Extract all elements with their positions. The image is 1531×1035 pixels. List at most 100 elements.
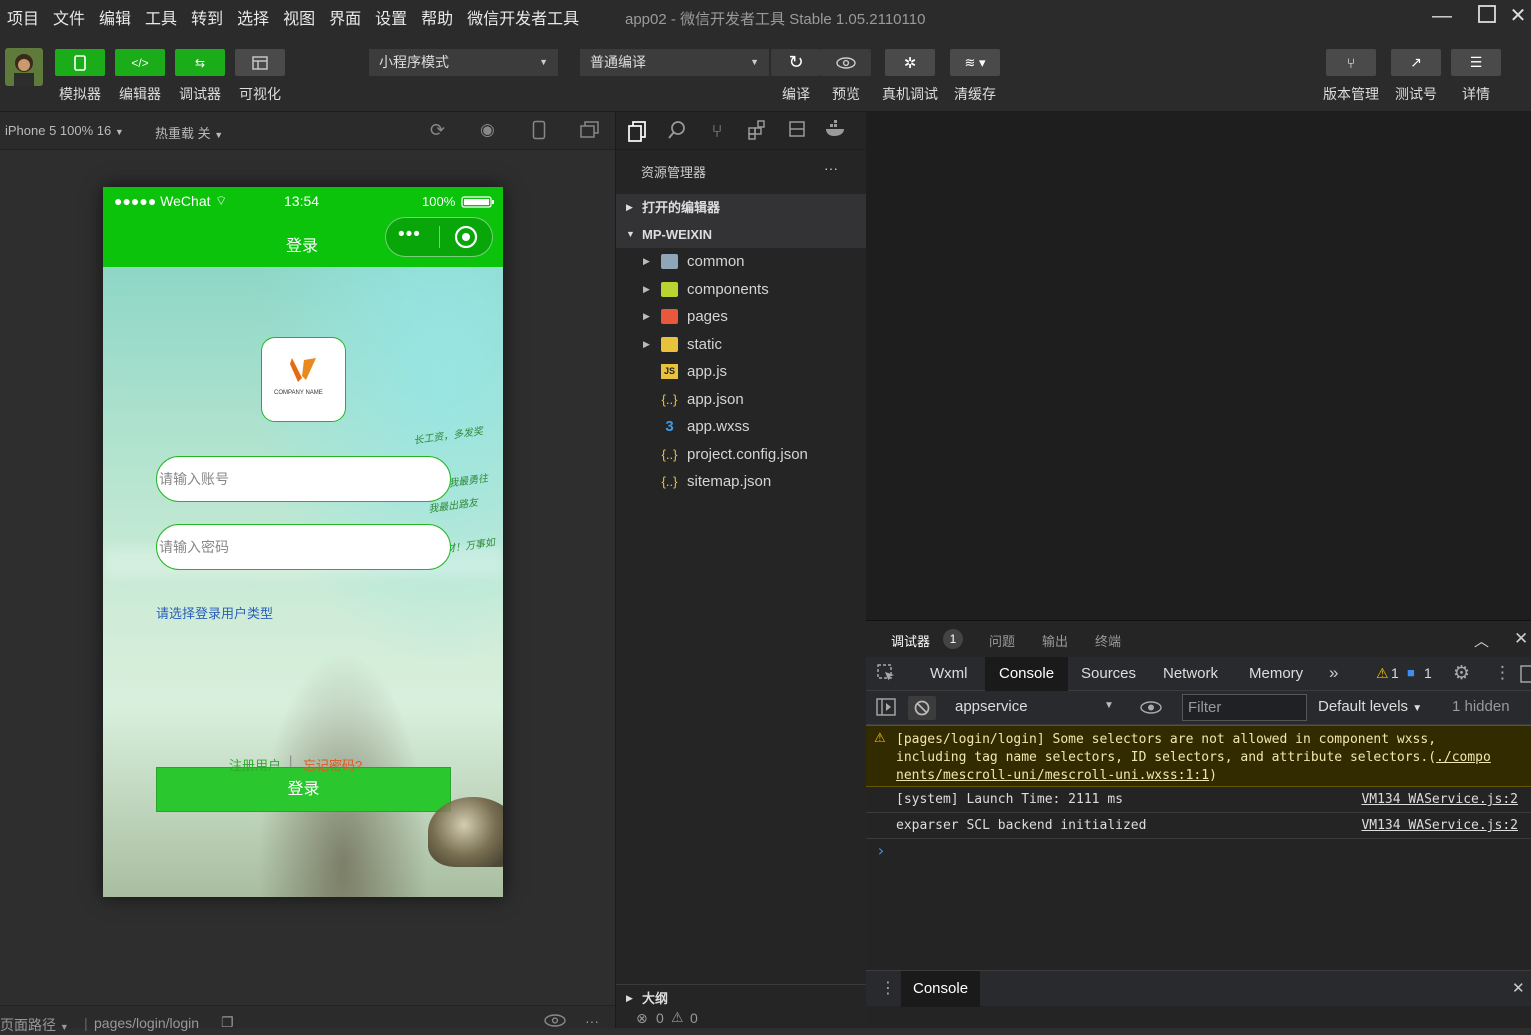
dock-side-icon[interactable]	[1520, 665, 1531, 686]
device-select[interactable]: iPhone 5 100% 16 ▼	[5, 123, 124, 138]
account-input[interactable]: 请输入账号	[156, 456, 451, 502]
compile-button[interactable]: ↻	[771, 49, 821, 76]
source-control-icon[interactable]: ⑂	[706, 120, 728, 142]
tab-sources[interactable]: Sources	[1067, 657, 1150, 691]
tree-item-pages[interactable]: ▶ pages	[616, 303, 867, 330]
outline-section[interactable]: ▶ 大纲	[616, 984, 867, 1011]
maximize-icon[interactable]	[1474, 4, 1500, 30]
tree-item-sitemap-json[interactable]: {..} sitemap.json	[616, 468, 867, 495]
debugger-button[interactable]: ⇆	[175, 49, 225, 76]
menu-tools[interactable]: 工具	[138, 5, 184, 29]
chevron-up-icon[interactable]: ︿	[1474, 630, 1489, 651]
docker-icon[interactable]	[824, 120, 846, 142]
page-path-label[interactable]: 页面路径 ▼	[0, 1015, 69, 1035]
tree-item-app-js[interactable]: JS app.js	[616, 358, 867, 385]
files-icon[interactable]	[626, 120, 648, 142]
menu-interface[interactable]: 界面	[322, 5, 368, 29]
copy-icon[interactable]: ❐	[221, 1014, 234, 1031]
tab-debugger[interactable]: 调试器	[891, 631, 930, 650]
rotate-icon[interactable]: ⟳	[430, 120, 445, 141]
context-select[interactable]: appservice	[955, 698, 1028, 715]
tab-output[interactable]: 输出	[1042, 631, 1068, 650]
menu-settings[interactable]: 设置	[368, 5, 414, 29]
visual-button[interactable]	[235, 49, 285, 76]
extensions-icon[interactable]	[746, 120, 768, 142]
register-link[interactable]: 注册用户	[229, 755, 281, 774]
menu-project[interactable]: 项目	[0, 5, 46, 29]
menu-help[interactable]: 帮助	[414, 5, 460, 29]
menu-goto[interactable]: 转到	[184, 5, 230, 29]
problems-summary[interactable]: ⊗ 0 ⚠ 0	[616, 1008, 867, 1028]
forgot-password-link[interactable]: 忘记密码?	[303, 755, 362, 774]
menu-wechat-devtools[interactable]: 微信开发者工具	[460, 5, 586, 29]
menu-file[interactable]: 文件	[46, 5, 92, 29]
simulator-button[interactable]	[55, 49, 105, 76]
password-input[interactable]: 请输入密码	[156, 524, 451, 570]
console-prompt[interactable]: ›	[876, 841, 886, 860]
close-drawer-icon[interactable]: ✕	[1512, 979, 1525, 997]
tab-terminal[interactable]: 终端	[1095, 631, 1121, 650]
gear-icon[interactable]: ⚙	[1453, 662, 1470, 685]
mode-select[interactable]: 小程序模式 ▼	[369, 49, 558, 76]
tab-network[interactable]: Network	[1149, 657, 1232, 691]
log-source-link[interactable]: VM134 WAService.js:2	[1361, 813, 1518, 839]
storage-icon[interactable]	[786, 120, 808, 142]
explorer-more-icon[interactable]: ···	[824, 160, 838, 176]
detach-window-icon[interactable]	[580, 121, 600, 142]
user-type-select[interactable]: 请选择登录用户类型	[156, 603, 273, 622]
phone-frame-icon[interactable]	[532, 120, 546, 143]
menu-edit[interactable]: 编辑	[92, 5, 138, 29]
compile-select[interactable]: 普通编译 ▼	[580, 49, 769, 76]
tree-item-common[interactable]: ▶ common	[616, 248, 867, 275]
avatar[interactable]	[5, 48, 43, 86]
tree-item-app-json[interactable]: {..} app.json	[616, 386, 867, 413]
device-debug-button[interactable]: ✲	[885, 49, 935, 76]
menu-view[interactable]: 视图	[276, 5, 322, 29]
drawer-menu-icon[interactable]: ⋮	[880, 978, 896, 998]
filter-input[interactable]: Filter	[1182, 694, 1307, 721]
levels-select[interactable]: Default levels ▼	[1318, 698, 1422, 715]
minimize-icon[interactable]: —	[1429, 4, 1455, 30]
devtools-tabs: Wxml Console Sources Network Memory » ⚠ …	[866, 657, 1531, 691]
clear-console-button[interactable]	[908, 696, 936, 720]
more-icon[interactable]: ···	[585, 1013, 599, 1029]
menu-select[interactable]: 选择	[230, 5, 276, 29]
tab-problems[interactable]: 问题	[989, 631, 1015, 650]
more-tabs-icon[interactable]: »	[1329, 663, 1338, 683]
info-count[interactable]: 1	[1424, 665, 1432, 681]
more-dots-icon[interactable]: •••	[398, 224, 421, 246]
device-debug-label: 真机调试	[882, 86, 938, 102]
hot-reload-toggle[interactable]: 热重载 关 ▼	[155, 123, 223, 142]
live-expression-icon[interactable]	[1140, 701, 1162, 718]
record-icon[interactable]: ◉	[480, 120, 495, 140]
warning-link[interactable]: nents/mescroll-uni/mescroll-uni.wxss:1:1	[896, 768, 1209, 783]
sidebar-toggle-icon[interactable]	[876, 698, 896, 720]
details-button[interactable]: ☰	[1451, 49, 1501, 76]
kebab-menu-icon[interactable]: ⋮	[1494, 663, 1511, 683]
tab-console[interactable]: Console	[985, 657, 1069, 691]
clear-cache-button[interactable]: ≋ ▾	[950, 49, 1000, 76]
tree-item-label: project.config.json	[687, 446, 808, 463]
editor-button[interactable]: </>	[115, 49, 165, 76]
warning-link[interactable]: ./compo	[1436, 750, 1491, 765]
close-panel-icon[interactable]: ✕	[1514, 629, 1528, 649]
tree-item-label: app.json	[687, 391, 744, 408]
tab-memory[interactable]: Memory	[1235, 657, 1317, 691]
preview-button[interactable]	[821, 49, 871, 76]
tree-item-app-wxss[interactable]: 3 app.wxss	[616, 413, 867, 440]
inspect-element-icon[interactable]	[876, 663, 896, 686]
tree-item-static[interactable]: ▶ static	[616, 331, 867, 358]
tree-item-project-config-json[interactable]: {..} project.config.json	[616, 441, 867, 468]
drawer-tab-console[interactable]: Console	[901, 971, 981, 1007]
open-editors-section[interactable]: ▶ 打开的编辑器	[616, 194, 867, 221]
log-source-link[interactable]: VM134 WAService.js:2	[1361, 787, 1518, 813]
search-icon[interactable]	[666, 120, 688, 142]
tree-item-components[interactable]: ▶ components	[616, 276, 867, 303]
close-miniprogram-icon[interactable]	[453, 224, 479, 253]
version-button[interactable]: ⑂	[1326, 49, 1376, 76]
close-window-icon[interactable]: ✕	[1505, 4, 1531, 30]
test-account-button[interactable]: ↗	[1391, 49, 1441, 76]
project-section[interactable]: ▼ MP-WEIXIN	[616, 221, 867, 248]
tab-wxml[interactable]: Wxml	[916, 657, 982, 691]
warning-count[interactable]: 1	[1391, 665, 1399, 681]
